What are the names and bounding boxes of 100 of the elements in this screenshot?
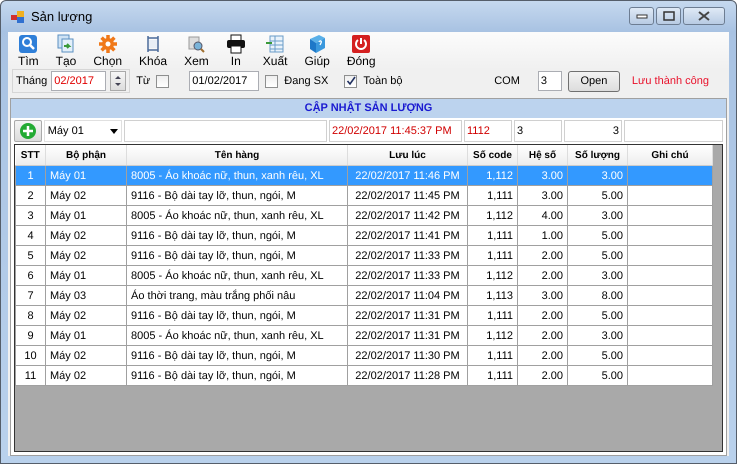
panel-title: CẬP NHẬT SẢN LƯỢNG	[11, 99, 726, 118]
table-cell: 2.00	[518, 366, 568, 386]
date-field[interactable]: 01/02/2017	[189, 71, 260, 91]
all-checkbox[interactable]	[344, 74, 358, 88]
column-header[interactable]: Bộ phận	[46, 145, 126, 166]
table-cell: 2.00	[518, 266, 568, 286]
table-cell: 6	[16, 266, 46, 286]
code-field[interactable]: 1112	[464, 120, 512, 142]
spreadsheet-icon	[265, 34, 286, 54]
open-button[interactable]: Open	[568, 70, 620, 92]
table-cell: 22/02/2017 11:41 PM	[348, 226, 468, 246]
table-cell: 22/02/2017 11:45 PM	[348, 186, 468, 206]
table-cell: 22/02/2017 11:31 PM	[348, 306, 468, 326]
table-cell: Máy 01	[46, 326, 126, 346]
table-cell: 22/02/2017 11:46 PM	[348, 166, 468, 186]
column-header[interactable]: Ghi chú	[628, 145, 712, 166]
note-field[interactable]	[624, 120, 723, 142]
table-cell: 3.00	[518, 186, 568, 206]
close-button[interactable]	[683, 7, 725, 25]
table-cell: 3.00	[568, 206, 628, 226]
toolbar-button[interactable]: Giúp	[298, 34, 336, 68]
table-cell: 5.00	[568, 226, 628, 246]
gear-icon	[98, 34, 118, 54]
column-header[interactable]: Tên hàng	[126, 145, 348, 166]
table-cell: 2.00	[518, 326, 568, 346]
table-cell: Máy 01	[46, 206, 126, 226]
toolbar-button[interactable]: Đóng	[340, 34, 382, 68]
add-button[interactable]	[14, 120, 42, 142]
com-label: COM	[494, 75, 520, 87]
table-cell: 9116 - Bộ dài tay lỡ, thun, ngói, M	[126, 366, 348, 386]
table-cell: 3.00	[568, 266, 628, 286]
toolbar-button[interactable]: Xem	[178, 34, 215, 68]
table-cell: Máy 01	[46, 166, 126, 186]
column-header[interactable]: STT	[16, 145, 46, 166]
table-cell: 22/02/2017 11:30 PM	[348, 346, 468, 366]
minimize-icon	[636, 13, 648, 19]
table-cell: 5	[16, 246, 46, 266]
toolbar-button[interactable]: In	[220, 34, 252, 68]
month-label: Tháng	[16, 75, 48, 87]
from-label: Từ	[136, 75, 150, 87]
column-header[interactable]: Số code	[468, 145, 518, 166]
table-cell: Máy 02	[46, 306, 126, 326]
table-cell: 11	[16, 366, 46, 386]
table-cell: 22/02/2017 11:33 PM	[348, 246, 468, 266]
help-book-icon	[307, 34, 328, 54]
table-cell: 22/02/2017 11:04 PM	[348, 286, 468, 306]
table-cell: 2.00	[518, 306, 568, 326]
table-cell: 5.00	[568, 346, 628, 366]
from-checkbox[interactable]	[156, 74, 170, 88]
table-cell: 2	[16, 186, 46, 206]
table-cell: 4.00	[518, 206, 568, 226]
toolbar-button[interactable]: Tạo	[50, 34, 82, 68]
table-cell: 1,111	[468, 346, 518, 366]
table-cell: 1,112	[468, 266, 518, 286]
table-cell: 9116 - Bộ dài tay lỡ, thun, ngói, M	[126, 246, 348, 266]
table-cell: 1,113	[468, 286, 518, 306]
table-cell: 8005 - Áo khoác nữ, thun, xanh rêu, XL	[126, 266, 348, 286]
table-cell: 1,111	[468, 226, 518, 246]
table-cell: 3	[16, 206, 46, 226]
minimize-button[interactable]	[629, 7, 654, 25]
table-cell: 5.00	[568, 186, 628, 206]
production-checkbox[interactable]	[265, 74, 278, 88]
toolbar-button[interactable]: Xuất	[256, 34, 294, 68]
table-cell: 8005 - Áo khoác nữ, thun, xanh rêu, XL	[126, 326, 348, 346]
table-cell: Máy 02	[46, 366, 126, 386]
table-cell: Máy 02	[46, 246, 126, 266]
column-header[interactable]: Lưu lúc	[348, 145, 468, 166]
maximize-button[interactable]	[656, 7, 681, 25]
dropdown-arrow-icon	[110, 128, 118, 134]
checkbox-label: Đang SX	[284, 75, 328, 87]
table-cell: Máy 01	[46, 266, 126, 286]
plus-icon	[18, 122, 37, 140]
table-cell: 22/02/2017 11:28 PM	[348, 366, 468, 386]
table-cell: Máy 02	[46, 346, 126, 366]
time-field[interactable]: 22/02/2017 11:45:37 PM	[329, 120, 462, 142]
table-cell: 3.00	[568, 166, 628, 186]
toolbar-button[interactable]: Tìm	[12, 34, 45, 68]
com-field[interactable]: 3	[538, 71, 562, 91]
status-message: Lưu thành công	[632, 75, 709, 87]
table-cell: Máy 02	[46, 186, 126, 206]
quantity-field[interactable]: 3	[564, 120, 622, 142]
window-title: Sản lượng	[31, 9, 94, 24]
table-cell: 22/02/2017 11:42 PM	[348, 206, 468, 226]
column-header[interactable]: Hệ số	[518, 145, 568, 166]
toolbar-button[interactable]: Khóa	[133, 34, 174, 68]
department-dropdown[interactable]: Máy 01	[44, 120, 122, 142]
table-cell: 8005 - Áo khoác nữ, thun, xanh rêu, XL	[126, 166, 348, 186]
item-field[interactable]	[124, 120, 327, 142]
search-icon	[18, 34, 38, 54]
factor-field[interactable]: 3	[514, 120, 562, 142]
table-cell: 2.00	[518, 346, 568, 366]
spinner-icon[interactable]	[110, 71, 126, 91]
table-cell: 9	[16, 326, 46, 346]
month-field[interactable]: 02/2017	[51, 71, 106, 91]
table-cell: 8005 - Áo khoác nữ, thun, xanh rêu, XL	[126, 206, 348, 226]
table-cell: 3.00	[568, 326, 628, 346]
column-header[interactable]: Số lượng	[568, 145, 628, 166]
table-cell: 1	[16, 166, 46, 186]
table-cell: 10	[16, 346, 46, 366]
toolbar-button[interactable]: Chọn	[87, 34, 128, 68]
